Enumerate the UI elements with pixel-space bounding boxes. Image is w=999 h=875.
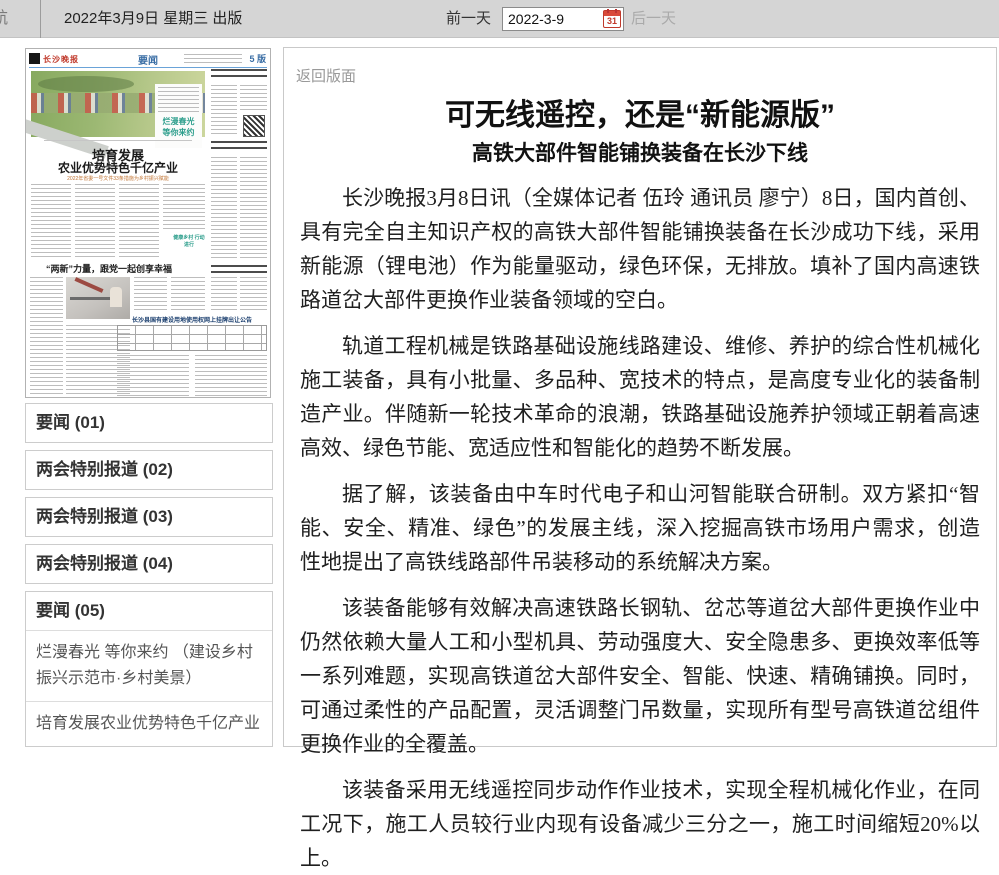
page-thumbnail[interactable]: 长沙晚报 要闻 5 版 烂漫春光 等你来约 培育发展 农业优势特色千亿产业 20… [25,48,271,398]
qr-code [243,115,265,137]
text-column [195,355,267,397]
article-paragraph: 该装备能够有效解决高速铁路长钢轨、岔芯等道岔大部件更换作业中仍然依赖大量人工和小… [300,591,980,761]
publish-date-label: 2022年3月9日 星期三 出版 [64,0,242,38]
calendar-icon-day: 31 [604,16,620,27]
sidebar: 长沙晚报 要闻 5 版 烂漫春光 等你来约 培育发展 农业优势特色千亿产业 20… [25,48,273,747]
photo-overlay-box: 烂漫春光 等你来约 [155,84,202,148]
article-body: 长沙晚报3月8日讯（全媒体记者 伍玲 通讯员 廖宁）8日，国内首创、具有完全自主… [300,181,980,875]
photo-caption-line [44,140,192,141]
date-input[interactable] [503,8,599,30]
text-column [163,184,205,232]
date-picker[interactable]: 31 [502,7,624,31]
right-column-headline [211,265,267,273]
text-column [31,184,71,260]
sidebar-item-lianghui-03[interactable]: 两会特别报道 (03) [25,497,273,537]
text-column [119,184,159,260]
right-column-headline [211,69,267,81]
next-day-button-disabled[interactable]: 后一天 [631,0,676,38]
article-link[interactable]: 烂漫春光 等你来约 （建设乡村振兴示范市·乡村美景） [26,631,272,702]
worker-photo [66,277,130,319]
text-column [117,355,189,397]
text-column [240,85,267,111]
masthead-page-number: 5 版 [249,52,266,65]
article-paragraph: 轨道工程机械是铁路基础设施线路建设、维修、养护的综合性机械化施工装备，具有小批量… [300,329,980,465]
right-column-headline [211,141,267,153]
sidebar-current-section: 要闻 (05) 烂漫春光 等你来约 （建设乡村振兴示范市·乡村美景） 培育发展农… [25,591,273,747]
sidebar-item-yaowen-01[interactable]: 要闻 (01) [25,403,273,443]
overlay-text-lines [158,87,199,113]
thumb-notice-table [117,325,267,351]
thumb-headline2: “两新”力量，跟党一起创享幸福 [30,262,188,275]
aerial-photo: 烂漫春光 等你来约 [31,71,205,137]
thumb-headline1-line2: 农业优势特色千亿产业 [31,159,205,176]
text-column [211,85,237,137]
sidebar-item-lianghui-02[interactable]: 两会特别报道 (02) [25,450,273,490]
thumb-subhead: 2022年省委一号文件33条措施为乡村振兴赋能 [31,175,205,182]
back-to-page-link[interactable]: 返回版面 [296,65,356,86]
nav-label-fragment: 航 [0,0,8,38]
text-column [211,277,237,311]
article-link[interactable]: 培育发展农业优势特色千亿产业 [26,702,272,746]
thumb-notice-title: 长沙县国有建设用地使用权网上挂牌出让公告 [117,315,267,324]
thumb-banner: 健康乡村 行动进行 [172,235,206,249]
masthead-meta-lines [184,54,242,63]
toolbar-divider [40,0,41,38]
article-paragraph: 该装备采用无线遥控同步动作作业技术，实现全程机械化作业，在同工况下，施工人员较行… [300,773,980,875]
text-column [240,157,267,261]
article-paragraph: 据了解，该装备由中车时代电子和山河智能联合研制。双方紧扣“智能、安全、精准、绿色… [300,477,980,579]
overlay-title-line1: 烂漫春光 [158,116,199,127]
text-column [75,184,115,260]
text-column [171,277,205,311]
text-column [30,277,63,397]
text-column [134,277,167,311]
text-column [240,277,267,311]
calendar-icon[interactable]: 31 [603,10,621,28]
top-toolbar: 航 2022年3月9日 星期三 出版 前一天 31 后一天 [0,0,999,38]
sidebar-item-lianghui-04[interactable]: 两会特别报道 (04) [25,544,273,584]
prev-day-button[interactable]: 前一天 [446,0,491,38]
article-paragraph: 长沙晚报3月8日讯（全媒体记者 伍玲 通讯员 廖宁）8日，国内首创、具有完全自主… [300,181,980,317]
sidebar-item-yaowen-05[interactable]: 要闻 (05) [26,592,272,631]
photo-machine-beam [70,297,114,300]
photo-worker [110,287,122,307]
article-title: 可无线遥控，还是“新能源版” [294,98,986,134]
photo-trees [38,76,134,92]
masthead-rule [29,67,267,68]
article-panel: 返回版面 可无线遥控，还是“新能源版” 高铁大部件智能铺换装备在长沙下线 长沙晚… [283,47,997,747]
text-column [211,157,237,261]
photo-machine-arm [74,277,103,293]
overlay-title-line2: 等你来约 [158,127,199,138]
article-subtitle: 高铁大部件智能铺换装备在长沙下线 [294,140,986,167]
